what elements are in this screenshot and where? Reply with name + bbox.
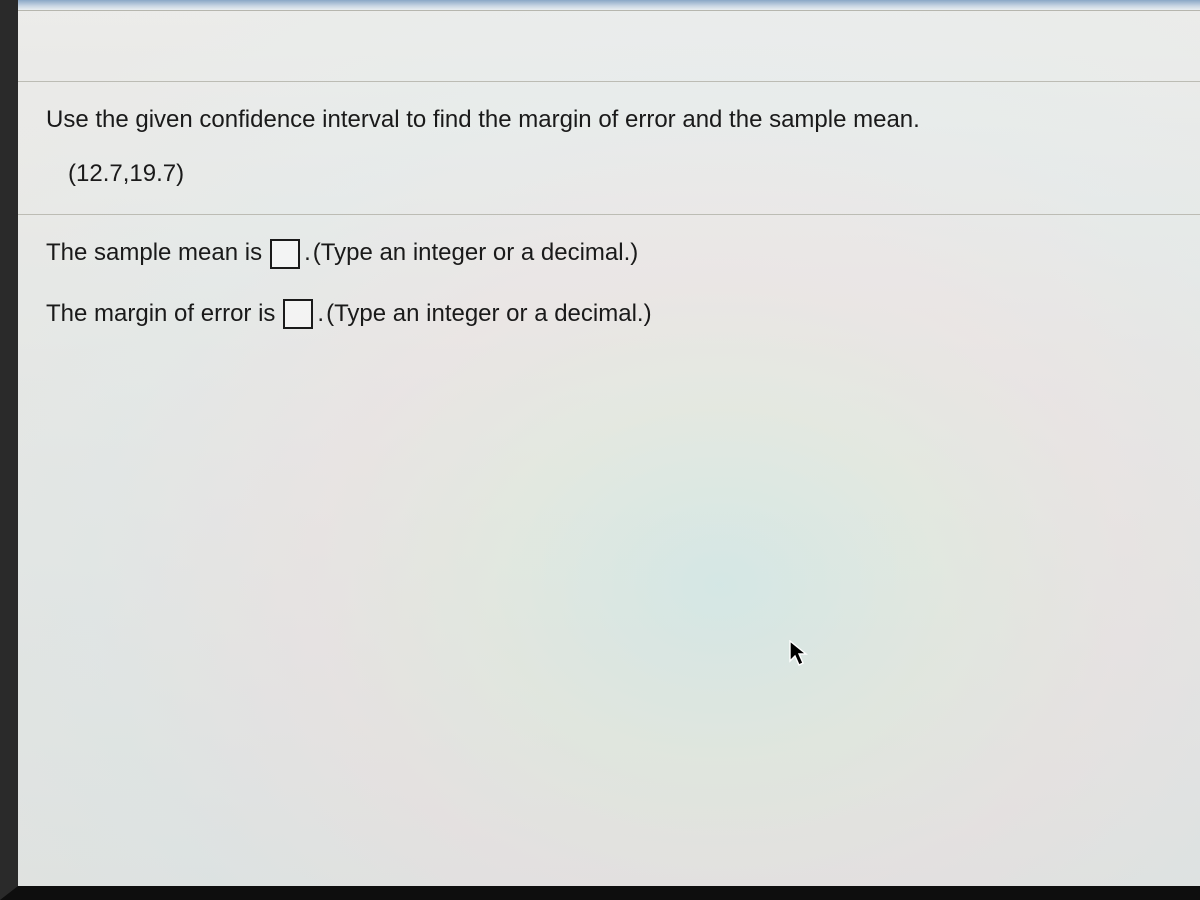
- margin-of-error-period: .: [317, 298, 324, 330]
- header-spacer: [18, 11, 1200, 82]
- window-top-accent: [18, 0, 1200, 11]
- margin-of-error-hint: (Type an integer or a decimal.): [326, 298, 652, 330]
- sample-mean-label: The sample mean is: [46, 237, 262, 269]
- margin-of-error-input[interactable]: [283, 299, 313, 329]
- margin-of-error-row: The margin of error is . (Type an intege…: [46, 298, 1172, 330]
- sample-mean-input[interactable]: [270, 239, 300, 269]
- sample-mean-row: The sample mean is . (Type an integer or…: [46, 237, 1172, 269]
- sample-mean-hint: (Type an integer or a decimal.): [313, 237, 639, 269]
- cursor-icon: [788, 640, 810, 668]
- sample-mean-period: .: [304, 237, 311, 269]
- question-block: Use the given confidence interval to fin…: [18, 82, 1200, 215]
- answers-block: The sample mean is . (Type an integer or…: [18, 215, 1200, 330]
- question-prompt: Use the given confidence interval to fin…: [46, 104, 1172, 136]
- confidence-interval: (12.7,19.7): [46, 160, 1172, 188]
- margin-of-error-label: The margin of error is: [46, 298, 275, 330]
